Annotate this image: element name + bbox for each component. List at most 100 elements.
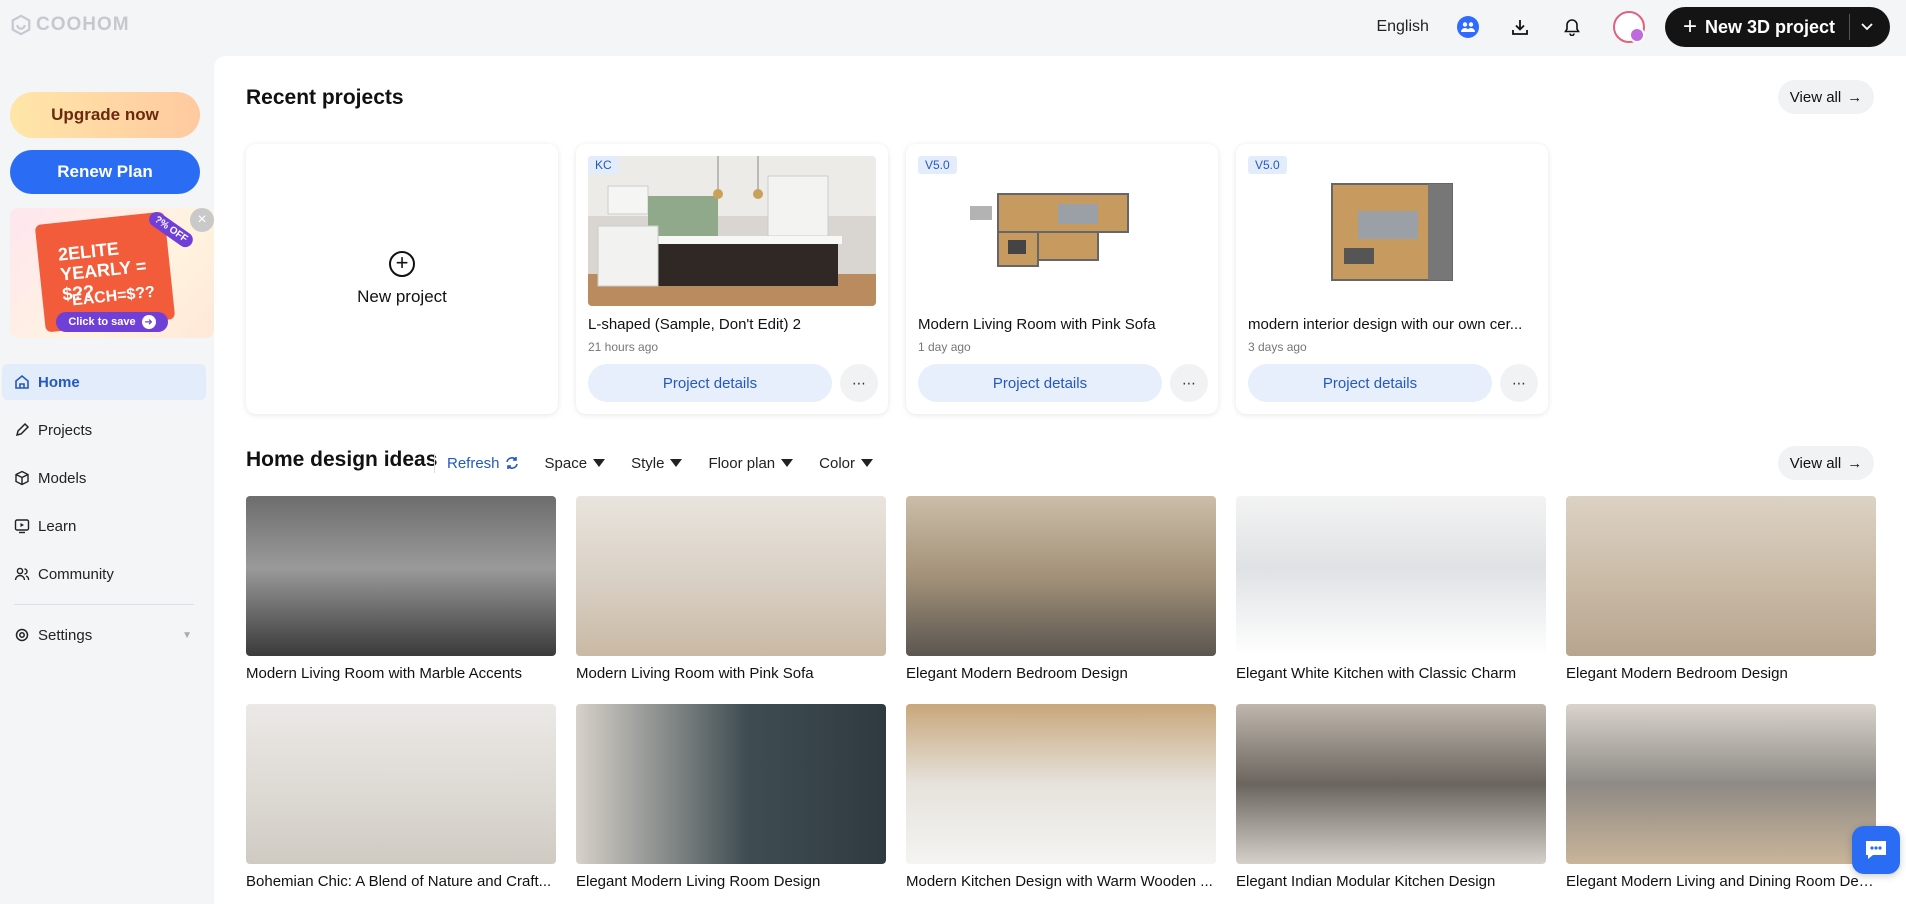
refresh-icon [505, 457, 518, 469]
project-thumbnail[interactable] [918, 156, 1206, 306]
filter-label: Style [631, 454, 665, 472]
new-project-card[interactable]: + New project [246, 144, 558, 414]
caret-down-icon [593, 459, 606, 467]
idea-caption[interactable]: Elegant White Kitchen with Classic Charm [1236, 665, 1546, 682]
idea-caption[interactable]: Modern Living Room with Marble Accents [246, 665, 556, 682]
promo-banner[interactable]: 2ELITE YEARLY = $?? EACH=$?? ?% OFF Clic… [10, 208, 214, 338]
project-time: 3 days ago [1248, 340, 1307, 354]
idea-caption[interactable]: Modern Kitchen Design with Warm Wooden .… [906, 873, 1216, 890]
chat-support-button[interactable] [1852, 826, 1900, 874]
top-bar: COOHOM English + New 3D project [0, 0, 1906, 52]
idea-caption[interactable]: Modern Living Room with Pink Sofa [576, 665, 886, 682]
button-divider [1849, 14, 1850, 40]
sidebar-item-label: Settings [38, 626, 93, 644]
project-details-button[interactable]: Project details [1248, 364, 1492, 402]
ideas-filter-bar: Refresh Space Style Floor plan Color [434, 448, 873, 478]
chevron-down-icon[interactable] [1860, 22, 1874, 32]
brand-logo[interactable]: COOHOM [10, 14, 130, 36]
project-name[interactable]: L-shaped (Sample, Don't Edit) 2 [588, 316, 876, 333]
team-icon[interactable] [1456, 16, 1479, 38]
refresh-button[interactable]: Refresh [447, 455, 519, 472]
ideas-view-all-button[interactable]: View all → [1778, 446, 1874, 480]
caret-down-icon [670, 459, 683, 467]
promo-cta[interactable]: Click to save ➜ [56, 312, 168, 332]
sidebar-item-home[interactable]: Home [2, 364, 206, 400]
idea-image[interactable] [1566, 496, 1876, 656]
idea-image[interactable] [906, 496, 1216, 656]
chevron-down-icon: ▼ [182, 629, 192, 641]
sidebar-item-settings[interactable]: Settings ▼ [2, 617, 206, 653]
version-tag: V5.0 [1248, 156, 1287, 174]
recent-view-all-button[interactable]: View all → [1778, 80, 1874, 114]
logo-icon [11, 14, 31, 36]
bell-icon[interactable] [1561, 16, 1583, 38]
project-name[interactable]: Modern Living Room with Pink Sofa [918, 316, 1206, 333]
new-project-label: New project [357, 287, 447, 306]
idea-card[interactable]: Modern Living Room with Pink Sofa [576, 496, 886, 682]
idea-caption[interactable]: Elegant Modern Living and Dining Room De… [1566, 873, 1876, 890]
project-details-button[interactable]: Project details [588, 364, 832, 402]
idea-image[interactable] [576, 704, 886, 864]
sidebar: Upgrade now Renew Plan 2ELITE YEARLY = $… [0, 52, 214, 904]
close-icon[interactable]: × [190, 208, 214, 232]
filter-space[interactable]: Space [545, 455, 606, 472]
sidebar-item-community[interactable]: Community [2, 556, 206, 592]
version-tag: V5.0 [918, 156, 957, 174]
renew-plan-button[interactable]: Renew Plan [10, 150, 200, 194]
idea-caption[interactable]: Elegant Modern Bedroom Design [1566, 665, 1876, 682]
upgrade-now-button[interactable]: Upgrade now [10, 92, 200, 138]
idea-card[interactable]: Modern Living Room with Marble Accents [246, 496, 556, 682]
idea-image[interactable] [576, 496, 886, 656]
idea-card[interactable]: Elegant Modern Bedroom Design [906, 496, 1216, 682]
idea-image[interactable] [1566, 704, 1876, 864]
main-content: Recent projects View all → + New project [214, 56, 1906, 904]
project-card[interactable]: V5.0 Modern Living Room with Pink Sofa 1… [906, 144, 1218, 414]
filter-style[interactable]: Style [631, 454, 683, 472]
avatar[interactable] [1612, 11, 1645, 43]
sidebar-item-label: Learn [38, 517, 77, 535]
new-3d-project-label: New 3D project [1704, 16, 1835, 37]
project-thumbnail[interactable] [1248, 156, 1536, 306]
download-icon[interactable] [1509, 16, 1531, 38]
project-details-button[interactable]: Project details [918, 364, 1162, 402]
project-name[interactable]: modern interior design with our own cer.… [1248, 316, 1536, 333]
filter-label: Space [544, 454, 588, 472]
project-card[interactable]: V5.0 modern interior design with our own… [1236, 144, 1548, 414]
new-3d-project-button[interactable]: + New 3D project [1664, 7, 1890, 47]
idea-caption[interactable]: Elegant Indian Modular Kitchen Design [1236, 873, 1546, 890]
caret-down-icon [781, 459, 794, 467]
idea-card[interactable]: Elegant Modern Living and Dining Room De… [1566, 704, 1876, 890]
idea-image[interactable] [246, 704, 556, 864]
idea-image[interactable] [906, 704, 1216, 864]
arrow-right-icon: → [1847, 88, 1863, 106]
idea-card[interactable]: Elegant Indian Modular Kitchen Design [1236, 704, 1546, 890]
sidebar-item-learn[interactable]: Learn [2, 508, 206, 544]
filter-floor-plan[interactable]: Floor plan [708, 455, 794, 472]
idea-card[interactable]: Modern Kitchen Design with Warm Wooden .… [906, 704, 1216, 890]
more-options-icon[interactable]: ⋯ [1500, 364, 1538, 402]
idea-image[interactable] [246, 496, 556, 656]
idea-image[interactable] [1236, 496, 1546, 656]
idea-card[interactable]: Elegant Modern Living Room Design [576, 704, 886, 890]
filter-color[interactable]: Color [819, 455, 873, 472]
idea-caption[interactable]: Elegant Modern Bedroom Design [906, 665, 1216, 682]
sidebar-nav: Home Projects Models Learn Community Set… [2, 364, 206, 665]
project-thumbnail[interactable] [588, 156, 876, 306]
idea-card[interactable]: Elegant Modern Bedroom Design [1566, 496, 1876, 682]
idea-caption[interactable]: Elegant Modern Living Room Design [576, 873, 886, 890]
sidebar-item-label: Models [38, 469, 87, 487]
promo-cta-label: Click to save [68, 316, 136, 328]
sidebar-item-models[interactable]: Models [2, 460, 206, 496]
idea-caption[interactable]: Bohemian Chic: A Blend of Nature and Cra… [246, 873, 556, 890]
sidebar-item-projects[interactable]: Projects [2, 412, 206, 448]
users-icon [14, 567, 30, 581]
idea-card[interactable]: Bohemian Chic: A Blend of Nature and Cra… [246, 704, 556, 890]
project-card[interactable]: KC L-shaped (Sample, Don't Edit) 2 21 ho… [576, 144, 888, 414]
version-tag: KC [588, 156, 619, 174]
idea-image[interactable] [1236, 704, 1546, 864]
more-options-icon[interactable]: ⋯ [1170, 364, 1208, 402]
more-options-icon[interactable]: ⋯ [840, 364, 878, 402]
language-selector[interactable]: English [1376, 18, 1428, 36]
idea-card[interactable]: Elegant White Kitchen with Classic Charm [1236, 496, 1546, 682]
brand-name: COOHOM [36, 14, 130, 35]
